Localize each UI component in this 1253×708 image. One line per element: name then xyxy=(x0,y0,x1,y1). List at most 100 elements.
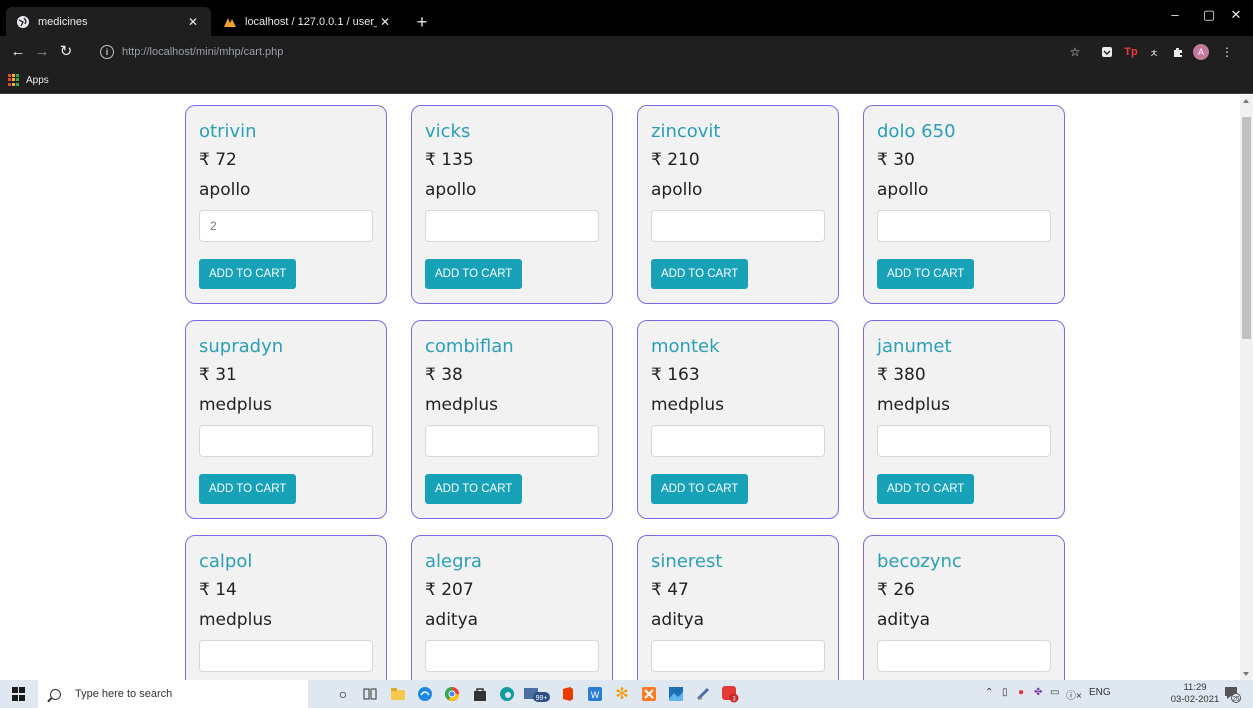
tray-battery-icon[interactable]: ▯ xyxy=(1002,687,1008,698)
tray-app-icon[interactable]: ✤ xyxy=(1034,687,1042,698)
chrome-icon[interactable] xyxy=(442,684,462,704)
edge-chromium-icon[interactable] xyxy=(497,684,517,704)
add-to-cart-button[interactable]: ADD TO CART xyxy=(877,259,975,289)
scrollbar-thumb[interactable] xyxy=(1242,117,1251,339)
tab-phpmyadmin[interactable]: localhost / 127.0.0.1 / user_ / user ✕ xyxy=(213,7,403,36)
tray-language[interactable]: ENG xyxy=(1089,687,1111,698)
asterisk-app-icon[interactable]: ✻ xyxy=(612,684,632,704)
product-price: ₹ 380 xyxy=(877,365,926,385)
store-bag-icon[interactable] xyxy=(470,684,490,704)
quantity-input[interactable] xyxy=(425,210,599,242)
close-icon[interactable]: ✕ xyxy=(185,15,201,29)
scroll-down-arrow-icon[interactable] xyxy=(1243,672,1249,676)
add-to-cart-button[interactable]: ADD TO CART xyxy=(425,474,523,504)
task-view-icon[interactable] xyxy=(360,684,380,704)
apps-label: Apps xyxy=(26,74,49,86)
product-store: aditya xyxy=(425,610,479,630)
product-store: apollo xyxy=(199,180,251,200)
clock-time: 11:29 xyxy=(1183,682,1207,693)
product-card: becozync ₹ 26 aditya ADD TO CART xyxy=(863,535,1065,680)
globe-icon xyxy=(16,15,30,29)
pocket-icon[interactable] xyxy=(1099,44,1115,60)
add-to-cart-button[interactable]: ADD TO CART xyxy=(651,474,749,504)
product-card: otrivin ₹ 72 apollo ADD TO CART xyxy=(185,105,387,304)
quantity-input[interactable] xyxy=(877,640,1051,672)
close-window-button[interactable]: ✕ xyxy=(1219,4,1253,26)
product-card: alegra ₹ 207 aditya ADD TO CART xyxy=(411,535,613,680)
mail-badge-icon[interactable]: 99+ xyxy=(522,684,552,704)
browser-toolbar: ← → ↻ i ☆ Tp ㅊ A ⋮ xyxy=(0,36,1253,68)
product-price: ₹ 135 xyxy=(425,150,474,170)
apps-grid-icon xyxy=(8,74,20,86)
product-store: medplus xyxy=(199,395,272,415)
star-icon[interactable]: ☆ xyxy=(1067,44,1083,60)
tray-chevron-up-icon[interactable]: ⌃ xyxy=(985,687,993,698)
word-icon[interactable]: W xyxy=(585,684,605,704)
profile-avatar[interactable]: A xyxy=(1193,44,1209,60)
xampp-icon[interactable] xyxy=(639,684,659,704)
notification-center-icon[interactable]: 25 xyxy=(1222,684,1242,704)
windows-start-icon[interactable] xyxy=(12,687,26,701)
product-name: otrivin xyxy=(199,121,257,142)
photos-icon[interactable] xyxy=(666,684,686,704)
taskbar-clock[interactable]: 11:29 03-02-2021 xyxy=(1170,682,1220,706)
clock-date: 03-02-2021 xyxy=(1170,694,1220,705)
forward-arrow-icon[interactable]: → xyxy=(32,42,52,62)
info-icon[interactable]: i xyxy=(100,45,114,59)
cortana-icon[interactable]: ○ xyxy=(333,684,353,704)
close-icon[interactable]: ✕ xyxy=(377,15,393,29)
apps-bookmark[interactable]: Apps xyxy=(8,74,49,86)
add-to-cart-button[interactable]: ADD TO CART xyxy=(651,259,749,289)
menu-dots-icon[interactable]: ⋮ xyxy=(1219,44,1235,60)
product-store: medplus xyxy=(199,610,272,630)
snipping-tool-icon[interactable] xyxy=(693,684,713,704)
red-app-icon[interactable]: 3 xyxy=(720,684,740,704)
product-price: ₹ 30 xyxy=(877,150,915,170)
puzzle-icon[interactable] xyxy=(1170,44,1186,60)
phpmyadmin-icon xyxy=(223,15,237,29)
add-to-cart-button[interactable]: ADD TO CART xyxy=(877,474,975,504)
reload-icon[interactable]: ↻ xyxy=(56,42,76,62)
product-card: montek ₹ 163 medplus ADD TO CART xyxy=(637,320,839,519)
back-arrow-icon[interactable]: ← xyxy=(8,42,28,62)
quantity-input[interactable] xyxy=(651,425,825,457)
quantity-input[interactable] xyxy=(877,425,1051,457)
url-input[interactable] xyxy=(122,46,522,58)
product-grid: otrivin ₹ 72 apollo ADD TO CART vicks ₹ … xyxy=(185,105,1065,680)
address-bar[interactable]: i xyxy=(96,40,1061,64)
tab-medicines[interactable]: medicines ✕ xyxy=(6,7,211,36)
minimize-button[interactable]: – xyxy=(1158,4,1192,26)
add-to-cart-button[interactable]: ADD TO CART xyxy=(199,259,297,289)
tab-title: medicines xyxy=(38,15,88,28)
add-to-cart-button[interactable]: ADD TO CART xyxy=(425,259,523,289)
product-store: medplus xyxy=(425,395,498,415)
quantity-input[interactable] xyxy=(651,640,825,672)
edge-icon[interactable] xyxy=(415,684,435,704)
new-tab-button[interactable]: + xyxy=(412,12,432,32)
add-to-cart-button[interactable]: ADD TO CART xyxy=(199,474,297,504)
quantity-input[interactable] xyxy=(199,210,373,242)
scroll-up-arrow-icon[interactable] xyxy=(1243,99,1249,103)
product-name: alegra xyxy=(425,551,482,572)
tab-title: localhost / 127.0.0.1 / user_ / user xyxy=(245,15,377,28)
tp-extension-icon[interactable]: Tp xyxy=(1123,44,1139,60)
quantity-input[interactable] xyxy=(199,640,373,672)
extension-icon[interactable]: ㅊ xyxy=(1146,44,1162,60)
product-store: apollo xyxy=(425,180,477,200)
quantity-input[interactable] xyxy=(425,640,599,672)
product-store: aditya xyxy=(651,610,705,630)
taskbar-search[interactable]: Type here to search xyxy=(38,680,308,708)
file-explorer-icon[interactable] xyxy=(388,684,408,704)
page-scrollbar[interactable] xyxy=(1240,95,1253,680)
tray-chrome-icon[interactable]: ● xyxy=(1018,687,1024,698)
quantity-input[interactable] xyxy=(425,425,599,457)
office-icon[interactable] xyxy=(558,684,578,704)
tray-network-icon[interactable]: ▭ xyxy=(1050,687,1059,698)
quantity-input[interactable] xyxy=(651,210,825,242)
quantity-input[interactable] xyxy=(199,425,373,457)
tray-volume-icon[interactable]: ⓘ× xyxy=(1066,687,1082,702)
product-name: zincovit xyxy=(651,121,721,142)
quantity-input[interactable] xyxy=(877,210,1051,242)
product-name: sinerest xyxy=(651,551,723,572)
product-price: ₹ 210 xyxy=(651,150,700,170)
